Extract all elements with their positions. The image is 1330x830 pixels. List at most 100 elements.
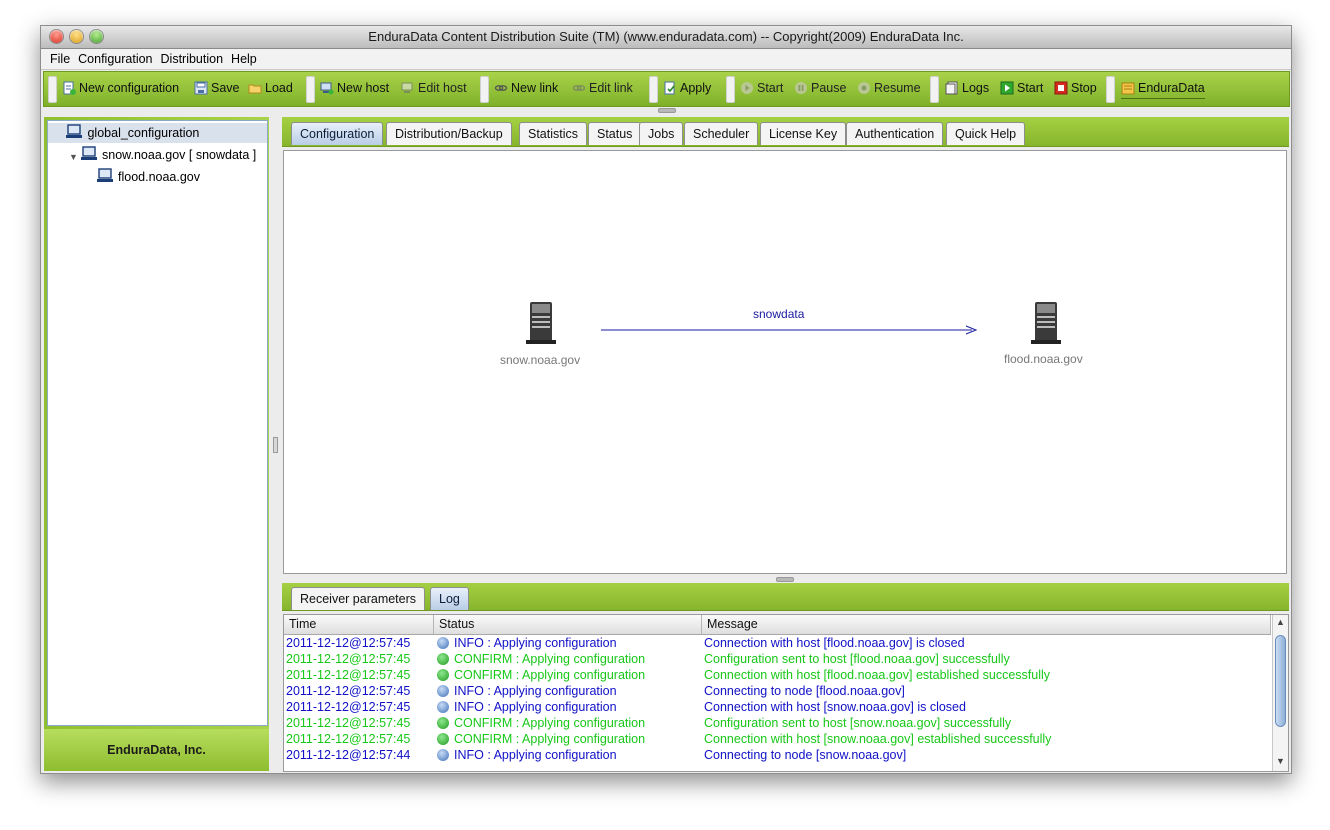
load-button[interactable]: Load xyxy=(248,78,293,98)
column-message[interactable]: Message xyxy=(702,615,1271,634)
log-message: Connecting to node [snow.noaa.gov] xyxy=(704,748,907,762)
log-message: Configuration sent to host [snow.noaa.go… xyxy=(704,716,1012,730)
log-status: INFO : Applying configuration xyxy=(437,747,701,763)
pause-button[interactable]: Pause xyxy=(794,78,846,98)
log-header: Time Status Message xyxy=(284,615,1271,635)
toolbar-grip[interactable] xyxy=(48,76,57,103)
title-bar: EnduraData Content Distribution Suite (T… xyxy=(41,26,1291,49)
tab-receiver-parameters[interactable]: Receiver parameters xyxy=(291,587,426,610)
log-status-text: INFO : Applying configuration xyxy=(454,700,617,714)
apply-button[interactable]: Apply xyxy=(663,78,711,98)
logs-button[interactable]: Logs xyxy=(945,78,989,98)
tab-configuration[interactable]: Configuration xyxy=(291,122,384,145)
log-row[interactable]: 2011-12-12@12:57:45 CONFIRM : Applying co… xyxy=(284,715,1271,731)
window-title: EnduraData Content Distribution Suite (T… xyxy=(368,29,964,44)
log-table[interactable]: Time Status Message 2011-12-12@12:57:45 I… xyxy=(283,614,1289,772)
tree-item-global-configuration[interactable]: global_configuration xyxy=(48,123,267,143)
column-status[interactable]: Status xyxy=(434,615,702,634)
log-row[interactable]: 2011-12-12@12:57:44 INFO : Applying confi… xyxy=(284,747,1271,763)
new-link-label: New link xyxy=(511,81,559,95)
source-node-label: snow.noaa.gov xyxy=(500,353,581,367)
toolbar-grip[interactable] xyxy=(930,76,939,103)
right-panel: Configuration Distribution/Backup Statis… xyxy=(282,117,1289,772)
tab-jobs[interactable]: Jobs xyxy=(639,122,684,145)
new-link-button[interactable]: New link xyxy=(494,78,558,98)
left-panel: global_configuration ▼ snow.noaa.gov [ s… xyxy=(44,117,269,771)
log-row[interactable]: 2011-12-12@12:57:45 CONFIRM : Applying co… xyxy=(284,731,1271,747)
log-time: 2011-12-12@12:57:45 xyxy=(286,668,411,682)
log-time: 2011-12-12@12:57:45 xyxy=(286,636,411,650)
edit-link-button[interactable]: Edit link xyxy=(572,78,633,98)
apply-icon xyxy=(664,81,675,95)
log-row[interactable]: 2011-12-12@12:57:45 INFO : Applying confi… xyxy=(284,683,1271,699)
save-label: Save xyxy=(211,81,240,95)
horizontal-split-handle[interactable] xyxy=(776,577,794,582)
menu-configuration[interactable]: Configuration xyxy=(74,49,156,69)
tab-authentication[interactable]: Authentication xyxy=(846,122,944,145)
log-time: 2011-12-12@12:57:45 xyxy=(286,652,411,666)
log-status: INFO : Applying configuration xyxy=(437,635,701,651)
server-icon[interactable] xyxy=(1029,299,1063,345)
toolbar-grip[interactable] xyxy=(726,76,735,103)
menu-file[interactable]: File xyxy=(46,49,74,69)
minimize-window-button[interactable] xyxy=(70,30,83,43)
toolbar-split-handle[interactable] xyxy=(658,108,676,113)
tab-log[interactable]: Log xyxy=(430,587,469,610)
menu-help[interactable]: Help xyxy=(227,49,261,69)
laptop-icon xyxy=(66,124,83,138)
tree-item-snow-host[interactable]: snow.noaa.gov [ snowdata ] xyxy=(80,145,256,165)
new-configuration-label: New configuration xyxy=(79,81,180,95)
close-window-button[interactable] xyxy=(50,30,63,43)
save-button[interactable]: Save xyxy=(194,78,240,98)
expand-arrow-icon[interactable]: ▼ xyxy=(69,152,78,162)
log-row[interactable]: 2011-12-12@12:57:45 INFO : Applying confi… xyxy=(284,635,1271,651)
toolbar-grip[interactable] xyxy=(480,76,489,103)
folder-icon xyxy=(248,84,262,94)
log-row[interactable]: 2011-12-12@12:57:45 CONFIRM : Applying co… xyxy=(284,651,1271,667)
enduradata-label: EnduraData xyxy=(1138,81,1205,95)
link-arrow[interactable] xyxy=(600,323,980,337)
tab-quick-help[interactable]: Quick Help xyxy=(946,122,1026,145)
vertical-split-handle[interactable] xyxy=(272,117,279,771)
log-status-text: INFO : Applying configuration xyxy=(454,636,617,650)
new-host-button[interactable]: New host xyxy=(320,78,389,98)
server-icon[interactable] xyxy=(524,299,558,345)
toolbar-grip[interactable] xyxy=(306,76,315,103)
target-node-label: flood.noaa.gov xyxy=(1004,352,1083,366)
start-button[interactable]: Start xyxy=(740,78,783,98)
tab-statistics[interactable]: Statistics xyxy=(519,122,588,145)
toolbar-grip[interactable] xyxy=(649,76,658,103)
scroll-down-icon[interactable]: ▼ xyxy=(1276,756,1285,766)
laptop-icon xyxy=(97,168,113,182)
tab-distribution-backup[interactable]: Distribution/Backup xyxy=(386,122,512,145)
tab-license-key[interactable]: License Key xyxy=(760,122,847,145)
column-time[interactable]: Time xyxy=(284,615,434,634)
tab-status[interactable]: Status xyxy=(588,122,642,145)
tree-item-flood-host[interactable]: flood.noaa.gov xyxy=(96,167,200,187)
enduradata-button[interactable]: EnduraData xyxy=(1121,78,1205,99)
configuration-canvas[interactable]: snow.noaa.gov flood.noaa.gov snowdata xyxy=(283,150,1287,574)
logs-icon xyxy=(945,81,958,95)
log-row[interactable]: 2011-12-12@12:57:45 CONFIRM : Applying co… xyxy=(284,667,1271,683)
stop-button[interactable]: Stop xyxy=(1054,78,1097,98)
info-icon xyxy=(437,749,449,761)
resume-button[interactable]: Resume xyxy=(857,78,921,98)
log-status: INFO : Applying configuration xyxy=(437,699,701,715)
scroll-up-icon[interactable]: ▲ xyxy=(1276,617,1285,627)
zoom-window-button[interactable] xyxy=(90,30,103,43)
tree-root-label: global_configuration xyxy=(87,126,200,140)
info-icon xyxy=(437,637,449,649)
edit-host-button[interactable]: Edit host xyxy=(401,78,467,98)
log-row[interactable]: 2011-12-12@12:57:45 INFO : Applying confi… xyxy=(284,699,1271,715)
scroll-thumb[interactable] xyxy=(1275,635,1286,727)
menu-distribution[interactable]: Distribution xyxy=(157,49,228,69)
log-status: CONFIRM : Applying configuration xyxy=(437,731,701,747)
start-distribution-button[interactable]: Start xyxy=(1000,78,1043,98)
tab-scheduler[interactable]: Scheduler xyxy=(684,122,759,145)
log-scrollbar[interactable]: ▲ ▼ xyxy=(1272,615,1288,771)
log-message: Connection with host [flood.noaa.gov] es… xyxy=(704,668,1051,682)
toolbar-grip[interactable] xyxy=(1106,76,1115,103)
new-configuration-button[interactable]: New configuration xyxy=(62,78,179,98)
stop-label: Stop xyxy=(1071,81,1097,95)
split-grip[interactable] xyxy=(273,437,278,453)
